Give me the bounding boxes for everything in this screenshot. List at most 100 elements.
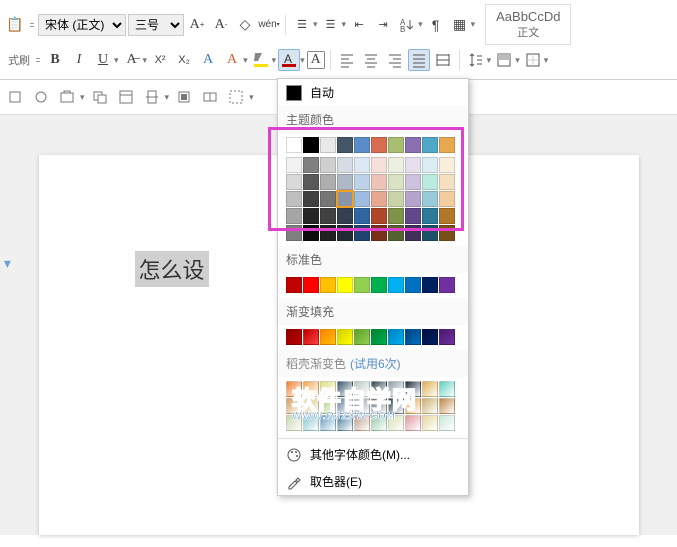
color-swatch[interactable] bbox=[371, 137, 387, 153]
color-swatch[interactable] bbox=[303, 174, 319, 190]
font-name-select[interactable]: 宋体 (正文) bbox=[38, 14, 126, 36]
color-swatch[interactable] bbox=[388, 174, 404, 190]
sec-btn-3[interactable] bbox=[56, 86, 78, 108]
gradient-swatch[interactable] bbox=[371, 329, 387, 345]
italic-button[interactable]: I bbox=[68, 49, 90, 71]
color-swatch[interactable] bbox=[286, 277, 302, 293]
gradient-swatch[interactable] bbox=[354, 329, 370, 345]
page-options-icon[interactable]: 📄 ▾ bbox=[0, 255, 11, 272]
border-button[interactable]: ▦ bbox=[449, 14, 471, 36]
gradient-swatch[interactable] bbox=[371, 415, 387, 431]
color-swatch[interactable] bbox=[388, 137, 404, 153]
gradient-swatch[interactable] bbox=[422, 415, 438, 431]
color-swatch[interactable] bbox=[422, 157, 438, 173]
numbering-button[interactable]: ☰ bbox=[320, 14, 342, 36]
gradient-swatch[interactable] bbox=[354, 381, 370, 397]
shading-button[interactable] bbox=[493, 49, 515, 71]
color-swatch[interactable] bbox=[303, 157, 319, 173]
indent-right-button[interactable]: ⇥ bbox=[372, 14, 394, 36]
sec-btn-8[interactable] bbox=[199, 86, 221, 108]
selected-text[interactable]: 怎么设 bbox=[135, 251, 209, 287]
color-swatch[interactable] bbox=[337, 174, 353, 190]
show-marks-button[interactable]: ¶ bbox=[425, 14, 447, 36]
color-swatch[interactable] bbox=[371, 277, 387, 293]
color-swatch[interactable] bbox=[303, 277, 319, 293]
color-swatch[interactable] bbox=[371, 225, 387, 241]
gradient-swatch[interactable] bbox=[422, 329, 438, 345]
gradient-swatch[interactable] bbox=[320, 329, 336, 345]
color-swatch[interactable] bbox=[422, 208, 438, 224]
superscript-button[interactable]: X² bbox=[149, 49, 171, 71]
color-swatch[interactable] bbox=[303, 225, 319, 241]
style-normal[interactable]: AaBbCcDd 正文 bbox=[485, 4, 571, 45]
gradient-swatch[interactable] bbox=[388, 329, 404, 345]
color-swatch[interactable] bbox=[303, 137, 319, 153]
more-colors-row[interactable]: 其他字体颜色(M)... bbox=[278, 441, 468, 468]
color-swatch[interactable] bbox=[422, 225, 438, 241]
char-border-button[interactable]: A bbox=[307, 51, 325, 69]
gradient-swatch[interactable] bbox=[439, 398, 455, 414]
align-justify-button[interactable] bbox=[408, 49, 430, 71]
sec-btn-4[interactable] bbox=[89, 86, 111, 108]
color-swatch[interactable] bbox=[388, 157, 404, 173]
color-swatch[interactable] bbox=[388, 277, 404, 293]
color-swatch[interactable] bbox=[320, 277, 336, 293]
gradient-swatch[interactable] bbox=[337, 415, 353, 431]
gradient-swatch[interactable] bbox=[320, 398, 336, 414]
bullets-button[interactable]: ☰ bbox=[291, 14, 313, 36]
color-swatch[interactable] bbox=[320, 137, 336, 153]
color-swatch[interactable] bbox=[405, 277, 421, 293]
color-swatch[interactable] bbox=[354, 208, 370, 224]
color-swatch[interactable] bbox=[337, 191, 353, 207]
gradient-swatch[interactable] bbox=[405, 398, 421, 414]
color-swatch[interactable] bbox=[286, 157, 302, 173]
color-swatch[interactable] bbox=[286, 225, 302, 241]
gradient-swatch[interactable] bbox=[354, 398, 370, 414]
color-swatch[interactable] bbox=[371, 174, 387, 190]
color-swatch[interactable] bbox=[388, 225, 404, 241]
highlight-button[interactable] bbox=[250, 49, 272, 71]
color-swatch[interactable] bbox=[422, 191, 438, 207]
color-swatch[interactable] bbox=[371, 157, 387, 173]
gradient-swatch[interactable] bbox=[439, 381, 455, 397]
sec-btn-6[interactable] bbox=[141, 86, 163, 108]
gradient-swatch[interactable] bbox=[422, 381, 438, 397]
color-swatch[interactable] bbox=[286, 208, 302, 224]
borders-button[interactable] bbox=[522, 49, 544, 71]
gradient-swatch[interactable] bbox=[303, 329, 319, 345]
color-swatch[interactable] bbox=[405, 225, 421, 241]
gradient-swatch[interactable] bbox=[303, 381, 319, 397]
align-left-button[interactable] bbox=[336, 49, 358, 71]
gradient-swatch[interactable] bbox=[439, 329, 455, 345]
color-swatch[interactable] bbox=[405, 208, 421, 224]
color-swatch[interactable] bbox=[320, 225, 336, 241]
color-swatch[interactable] bbox=[388, 191, 404, 207]
gradient-swatch[interactable] bbox=[337, 398, 353, 414]
color-swatch[interactable] bbox=[354, 225, 370, 241]
line-spacing-button[interactable] bbox=[465, 49, 487, 71]
font-color-button[interactable]: A bbox=[278, 49, 300, 71]
color-swatch[interactable] bbox=[439, 191, 455, 207]
color-swatch[interactable] bbox=[422, 174, 438, 190]
gradient-swatch[interactable] bbox=[371, 381, 387, 397]
sec-btn-5[interactable] bbox=[115, 86, 137, 108]
color-swatch[interactable] bbox=[405, 174, 421, 190]
gradient-swatch[interactable] bbox=[320, 415, 336, 431]
color-swatch[interactable] bbox=[439, 174, 455, 190]
char-effects-button[interactable]: A bbox=[197, 49, 219, 71]
gradient-swatch[interactable] bbox=[286, 329, 302, 345]
gradient-swatch[interactable] bbox=[388, 381, 404, 397]
color-swatch[interactable] bbox=[337, 277, 353, 293]
eyedropper-row[interactable]: 取色器(E) bbox=[278, 468, 468, 495]
color-swatch[interactable] bbox=[405, 191, 421, 207]
underline-button[interactable]: U bbox=[92, 49, 114, 71]
color-swatch[interactable] bbox=[337, 208, 353, 224]
sec-btn-1[interactable] bbox=[4, 86, 26, 108]
color-swatch[interactable] bbox=[405, 137, 421, 153]
color-swatch[interactable] bbox=[320, 191, 336, 207]
gradient-swatch[interactable] bbox=[388, 398, 404, 414]
gradient-swatch[interactable] bbox=[405, 329, 421, 345]
color-swatch[interactable] bbox=[286, 137, 302, 153]
color-swatch[interactable] bbox=[422, 137, 438, 153]
color-swatch[interactable] bbox=[320, 174, 336, 190]
